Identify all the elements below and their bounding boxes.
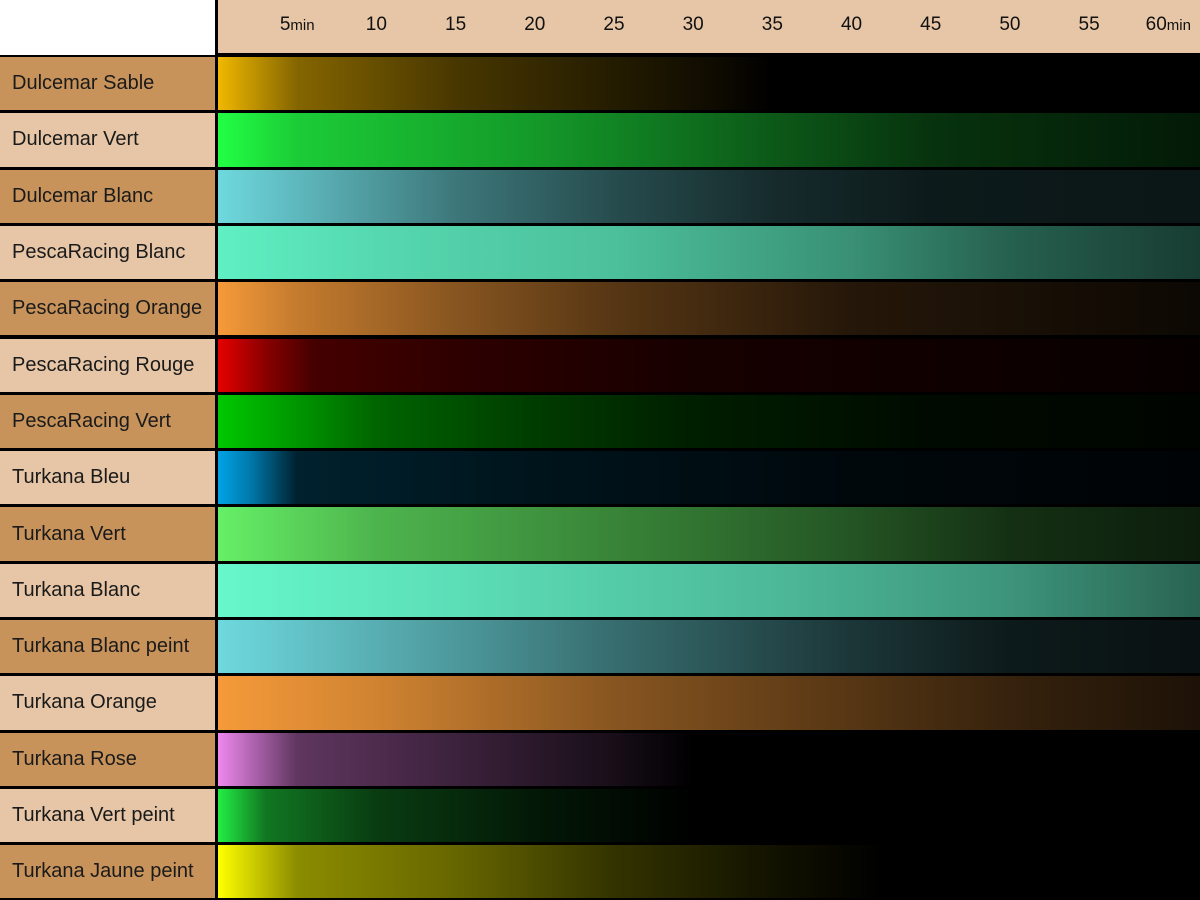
row-label: Turkana Vert bbox=[0, 507, 215, 561]
glow-decay-bar bbox=[218, 676, 1200, 730]
row-label: PescaRacing Blanc bbox=[0, 225, 215, 280]
row-label: Turkana Blanc peint bbox=[0, 620, 215, 674]
row-label: Dulcemar Blanc bbox=[0, 169, 215, 223]
row-label: Turkana Bleu bbox=[0, 451, 215, 505]
glow-decay-bar bbox=[218, 451, 1200, 505]
row-label: Turkana Vert peint bbox=[0, 788, 215, 843]
x-tick-label: 10 bbox=[365, 14, 387, 35]
glow-decay-bar bbox=[218, 620, 1200, 674]
x-tick-label: 55 bbox=[1078, 14, 1100, 35]
x-tick-label: 30 bbox=[682, 14, 704, 35]
glow-decay-bar bbox=[218, 113, 1200, 167]
row-label: PescaRacing Orange bbox=[0, 282, 215, 336]
row-label: PescaRacing Rouge bbox=[0, 338, 215, 392]
x-tick-label: 40 bbox=[840, 14, 863, 35]
row-label: Dulcemar Vert bbox=[0, 113, 215, 167]
header-corner bbox=[0, 0, 215, 55]
x-tick-label: 50 bbox=[999, 14, 1021, 35]
glow-decay-bar bbox=[218, 507, 1200, 561]
row-label: Turkana Orange bbox=[0, 676, 215, 730]
glow-decay-bar bbox=[218, 225, 1200, 280]
x-tick-label: 5min bbox=[279, 14, 315, 35]
glow-decay-bar bbox=[218, 394, 1200, 449]
glow-decay-bar bbox=[218, 845, 1200, 899]
row-label: Turkana Rose bbox=[0, 732, 215, 786]
x-tick-label: 25 bbox=[603, 14, 625, 35]
x-tick-label: 60min bbox=[1145, 14, 1191, 35]
x-tick-label: 20 bbox=[524, 14, 546, 35]
x-tick-label: 15 bbox=[445, 14, 467, 35]
glow-decay-bar bbox=[218, 788, 1200, 843]
row-label: Turkana Blanc bbox=[0, 563, 215, 617]
x-unit-label: min bbox=[1166, 17, 1191, 34]
row-label: PescaRacing Vert bbox=[0, 394, 215, 449]
glow-decay-bar bbox=[218, 732, 1200, 786]
row-label: Dulcemar Sable bbox=[0, 57, 215, 111]
glow-decay-bar bbox=[218, 169, 1200, 223]
x-tick-label: 35 bbox=[761, 14, 783, 35]
glow-decay-bar bbox=[218, 563, 1200, 617]
glow-decay-bar bbox=[218, 57, 1200, 111]
time-axis-header: 5min 10 15 20 25 30 35 40 45 50 55 60min bbox=[218, 0, 1200, 53]
x-tick-label: 45 bbox=[920, 14, 942, 35]
x-unit-label: min bbox=[290, 17, 315, 34]
glow-decay-bar bbox=[218, 338, 1200, 392]
chart-area: 5min 10 15 20 25 30 35 40 45 50 55 60min Dulcemar S… bbox=[0, 0, 1200, 900]
glow-decay-bar bbox=[218, 282, 1200, 336]
row-label: Turkana Jaune peint bbox=[0, 845, 215, 899]
